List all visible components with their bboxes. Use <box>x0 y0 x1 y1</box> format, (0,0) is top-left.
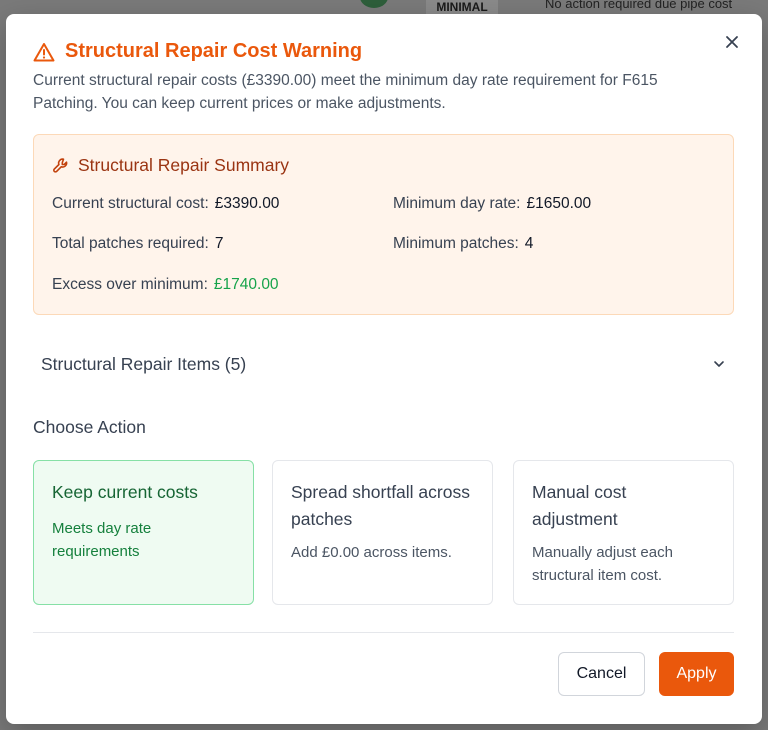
option-spread-shortfall[interactable]: Spread shortfall across patches Add £0.0… <box>272 460 493 605</box>
min-day-rate-label: Minimum day rate: <box>393 195 521 212</box>
option-description: Meets day rate requirements <box>52 520 152 560</box>
current-cost-label: Current structural cost: <box>52 195 209 212</box>
structural-items-accordion[interactable]: Structural Repair Items (5) <box>33 344 734 384</box>
excess-row: Excess over minimum: £1740.00 <box>52 276 279 294</box>
background-badge: MINIMAL <box>426 0 498 14</box>
choose-action-heading: Choose Action <box>33 417 146 437</box>
close-icon <box>726 36 738 48</box>
option-title: Spread shortfall across patches <box>291 482 470 529</box>
option-title: Manual cost adjustment <box>532 482 627 529</box>
excess-label: Excess over minimum: <box>52 276 208 293</box>
option-manual-adjustment[interactable]: Manual cost adjustment Manually adjust e… <box>513 460 734 605</box>
structural-items-label: Structural Repair Items (5) <box>41 353 247 374</box>
warning-triangle-icon <box>33 42 55 61</box>
dialog-header: Structural Repair Cost Warning <box>33 40 362 63</box>
total-patches-value: 7 <box>214 235 224 252</box>
total-patches-label: Total patches required: <box>52 235 209 252</box>
chevron-down-icon <box>714 361 724 367</box>
option-description: Add £0.00 across items. <box>291 544 452 561</box>
min-patches-label: Minimum patches: <box>393 235 519 252</box>
wrench-icon <box>53 157 68 173</box>
dialog-description: Current structural repair costs (£3390.0… <box>33 72 658 112</box>
total-patches-row: Total patches required: 7 <box>52 235 223 253</box>
summary-header: Structural Repair Summary <box>52 155 289 176</box>
cancel-button[interactable]: Cancel <box>558 652 645 696</box>
background-status-circle <box>360 0 388 8</box>
min-patches-value: 4 <box>524 235 534 252</box>
dialog-title: Structural Repair Cost Warning <box>65 40 363 62</box>
structural-repair-warning-dialog: Structural Repair Cost Warning Current s… <box>6 14 762 724</box>
apply-button[interactable]: Apply <box>659 652 734 696</box>
option-title: Keep current costs <box>52 482 198 502</box>
close-button[interactable] <box>722 32 742 52</box>
current-cost-value: £3390.00 <box>214 195 280 212</box>
current-cost-row: Current structural cost: £3390.00 <box>52 195 279 213</box>
summary-title: Structural Repair Summary <box>78 155 290 175</box>
footer-divider <box>33 632 734 633</box>
min-day-rate-row: Minimum day rate: £1650.00 <box>393 195 591 213</box>
option-keep-current-costs[interactable]: Keep current costs Meets day rate requir… <box>33 460 254 605</box>
excess-value: £1740.00 <box>213 276 279 293</box>
repair-summary-panel: Structural Repair Summary Current struct… <box>33 134 734 315</box>
min-day-rate-value: £1650.00 <box>526 195 592 212</box>
background-text: No action required due pipe cost <box>545 0 733 11</box>
min-patches-row: Minimum patches: 4 <box>393 235 533 253</box>
option-description: Manually adjust each structural item cos… <box>532 544 673 584</box>
